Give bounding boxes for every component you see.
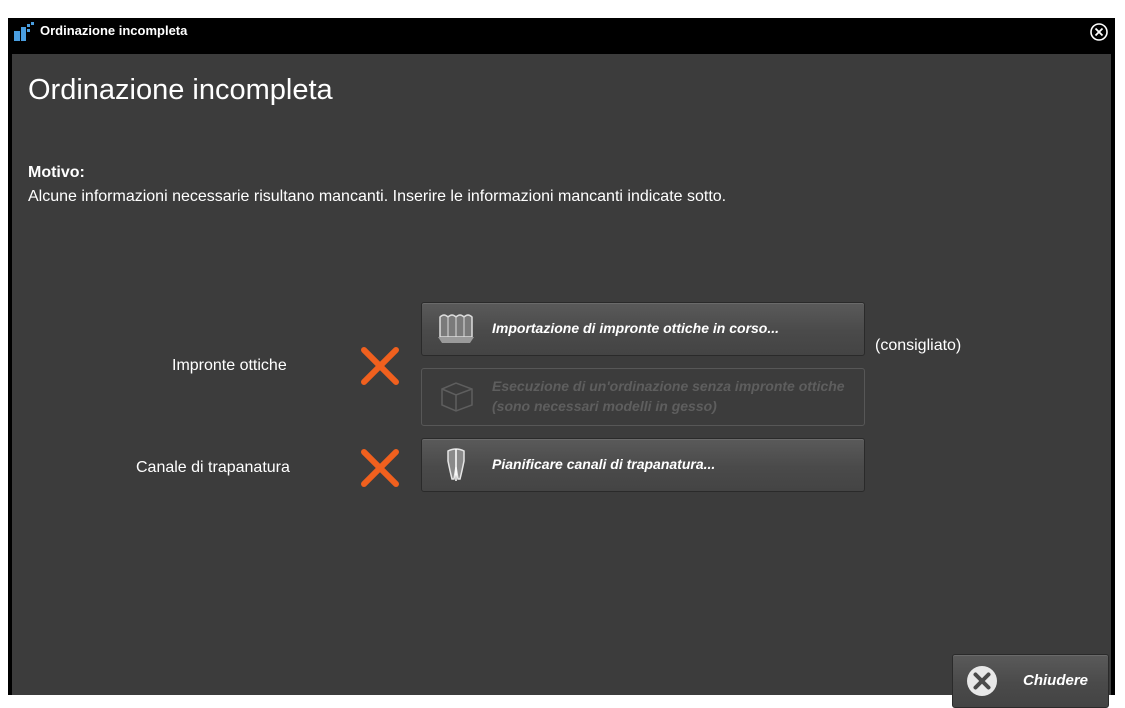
plan-drill-channels-button[interactable]: Pianificare canali di trapanatura... — [421, 438, 865, 492]
row-label-optical-impressions: Impronte ottiche — [172, 357, 287, 374]
drill-tooth-icon — [447, 448, 465, 481]
reason-label: Motivo: — [28, 164, 85, 181]
dialog-content: Ordinazione incompleta Motivo: Alcune in… — [12, 54, 1111, 708]
app-logo-icon — [14, 22, 34, 41]
recommended-note: (consigliato) — [875, 337, 962, 354]
row-label-drill-channel: Canale di trapanatura — [136, 459, 290, 476]
page-title: Ordinazione incompleta — [28, 74, 333, 106]
import-optical-impressions-label: Importazione di impronte ottiche in cors… — [492, 320, 780, 336]
close-button[interactable]: Chiudere — [952, 654, 1109, 708]
optical-impressions-icon — [438, 314, 474, 343]
plan-drill-channels-label: Pianificare canali di trapanatura... — [492, 456, 716, 472]
import-optical-impressions-button[interactable]: Importazione di impronte ottiche in cors… — [421, 302, 865, 356]
dialog-window: Ordinazione incompleta Ordinazione incom… — [8, 18, 1115, 708]
window-title: Ordinazione incompleta — [40, 23, 188, 38]
x-mark-icon — [361, 449, 399, 487]
order-without-impressions-button: Esecuzione di un'ordinazione senza impro… — [421, 368, 865, 426]
x-mark-icon — [361, 347, 399, 385]
close-button-label: Chiudere — [1023, 672, 1089, 689]
title-bar: Ordinazione incompleta — [8, 18, 1115, 52]
plaster-model-icon — [441, 382, 473, 412]
close-window-icon[interactable] — [1089, 22, 1109, 42]
reason-text: Alcune informazioni necessarie risultano… — [28, 188, 727, 205]
order-without-impressions-label: Esecuzione di un'ordinazione senza impro… — [492, 378, 845, 414]
close-circle-icon — [967, 666, 997, 696]
